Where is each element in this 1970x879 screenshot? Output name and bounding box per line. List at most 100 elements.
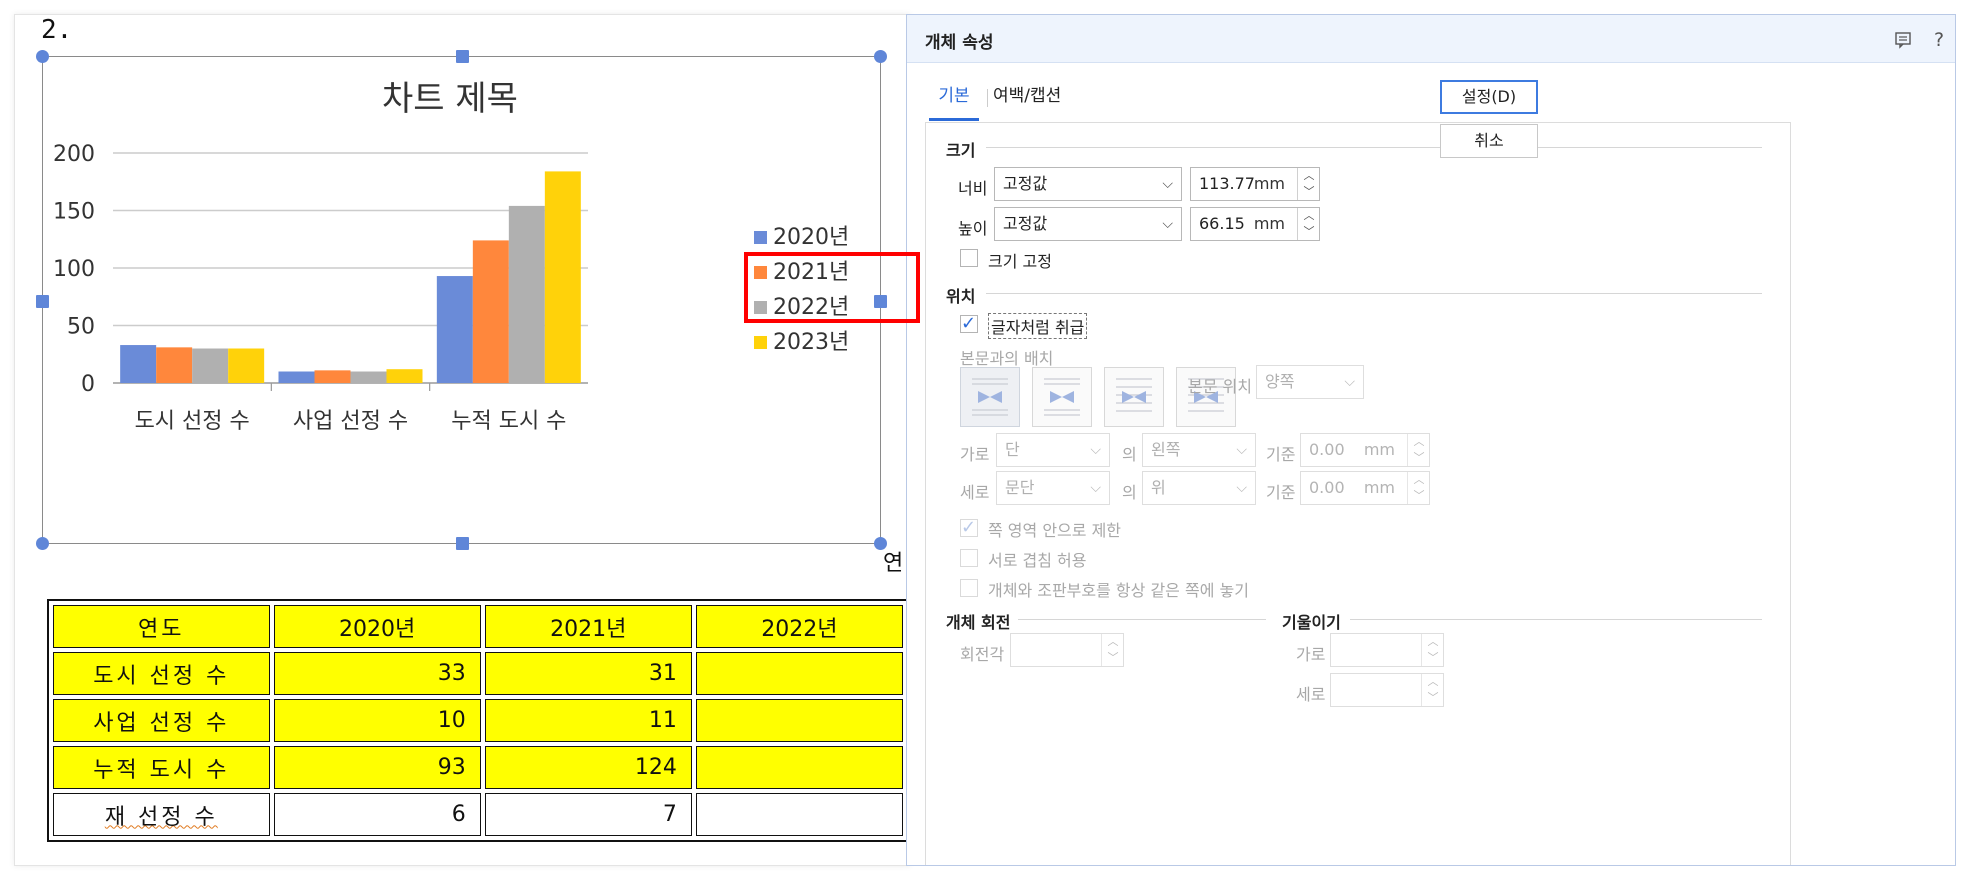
table-cell[interactable]: 124	[484, 746, 692, 789]
chart-title: 차트 제목	[382, 79, 518, 119]
chevron-down-icon[interactable]: ﹀	[1408, 450, 1430, 466]
chevron-up-icon[interactable]: ︿	[1298, 168, 1320, 184]
row-label-cell[interactable]: 재 선정 수	[53, 793, 270, 836]
bar	[386, 369, 423, 383]
table-cell[interactable]: 33	[273, 652, 481, 695]
chevron-down-icon[interactable]: ﹀	[1102, 650, 1124, 666]
width-mode-select[interactable]: 고정값 ⌵	[994, 167, 1182, 201]
table-cell[interactable]: 10	[273, 699, 481, 742]
width-unit: mm	[1253, 174, 1285, 193]
chevron-down-icon: ⌵	[1162, 176, 1173, 192]
table-cell[interactable]: 6	[273, 793, 481, 836]
rotation-spinner[interactable]: ︿ ﹀	[1101, 634, 1123, 666]
horizontal-align-select[interactable]: 왼쪽 ⌵	[1142, 433, 1256, 467]
table-header-cell[interactable]: 연도	[53, 605, 270, 648]
height-mode-value: 고정값	[1003, 214, 1048, 233]
chevron-up-icon[interactable]: ︿	[1298, 208, 1320, 224]
bar	[156, 347, 193, 383]
of-label: 의	[1122, 483, 1137, 502]
resize-handle-left[interactable]	[36, 295, 49, 308]
horizontal-label: 가로	[960, 445, 990, 464]
text-position-select[interactable]: 양쪽 ⌵	[1256, 365, 1364, 399]
table-row: 도시 선정 수 33 31	[53, 652, 903, 695]
ok-button[interactable]: 설정(D)	[1440, 80, 1538, 114]
table-header-cell[interactable]: 2022년	[695, 605, 903, 648]
table-cell[interactable]: 31	[484, 652, 692, 695]
bar	[120, 345, 157, 383]
resize-handle-bottom-left[interactable]	[36, 537, 49, 550]
height-input[interactable]: 66.15 mm ︿ ﹀	[1190, 207, 1320, 241]
vertical-ref-select[interactable]: 문단 ⌵	[996, 471, 1110, 505]
divider	[986, 293, 1762, 294]
row-label-cell[interactable]: 누적 도시 수	[53, 746, 270, 789]
height-spinner[interactable]: ︿ ﹀	[1297, 208, 1319, 240]
rotation-angle-label: 회전각	[960, 645, 1005, 664]
chevron-down-icon[interactable]: ﹀	[1298, 184, 1320, 200]
chevron-down-icon: ⌵	[1344, 374, 1355, 390]
y-tick-label: 0	[81, 372, 95, 397]
bar	[436, 276, 473, 383]
chevron-up-icon[interactable]: ︿	[1408, 472, 1430, 488]
width-spinner[interactable]: ︿ ﹀	[1297, 168, 1319, 200]
resize-handle-bottom[interactable]	[456, 537, 469, 550]
keep-anchor-checkbox[interactable]	[960, 579, 978, 597]
table-header-cell[interactable]: 2020년	[273, 605, 481, 648]
resize-handle-top-left[interactable]	[36, 50, 49, 63]
skew-horizontal-spinner[interactable]: ︿ ﹀	[1421, 634, 1443, 666]
height-unit: mm	[1253, 214, 1285, 233]
table-cell[interactable]: 93	[273, 746, 481, 789]
dialog-titlebar[interactable]: 개체 속성 ?	[907, 15, 1955, 63]
chevron-up-icon[interactable]: ︿	[1422, 674, 1444, 690]
vertical-offset-input[interactable]: 0.00 mm ︿ ﹀	[1300, 471, 1430, 505]
chevron-up-icon[interactable]: ︿	[1408, 434, 1430, 450]
allow-overlap-label: 서로 겹침 허용	[988, 551, 1087, 570]
width-label: 너비	[958, 179, 988, 198]
vertical-offset-spinner[interactable]: ︿ ﹀	[1407, 472, 1429, 504]
chevron-up-icon[interactable]: ︿	[1102, 634, 1124, 650]
table-cell[interactable]: 11	[484, 699, 692, 742]
chevron-down-icon[interactable]: ﹀	[1422, 650, 1444, 666]
help-icon[interactable]: ?	[1926, 27, 1952, 53]
resize-handle-top[interactable]	[456, 50, 469, 63]
data-table: 연도 2020년 2021년 2022년 도시 선정 수 33 31 사업 선정…	[47, 599, 909, 842]
table-cell[interactable]	[695, 699, 903, 742]
table-cell[interactable]: 7	[484, 793, 692, 836]
table-row: 누적 도시 수 93 124	[53, 746, 903, 789]
lock-size-checkbox[interactable]	[960, 249, 978, 267]
table-cell[interactable]	[695, 746, 903, 789]
resize-handle-top-right[interactable]	[874, 50, 887, 63]
row-label-cell[interactable]: 도시 선정 수	[53, 652, 270, 695]
allow-overlap-checkbox[interactable]	[960, 549, 978, 567]
table-cell[interactable]	[695, 652, 903, 695]
cancel-button[interactable]: 취소	[1440, 124, 1538, 158]
tab-margin-caption[interactable]: 여백/캡션	[993, 81, 1061, 121]
chevron-down-icon: ⌵	[1090, 480, 1101, 496]
bar	[192, 348, 229, 383]
comment-icon[interactable]	[1890, 27, 1916, 53]
legend-label: 2023년	[773, 330, 849, 355]
horizontal-ref-select[interactable]: 단 ⌵	[996, 433, 1110, 467]
row-label-cell[interactable]: 사업 선정 수	[53, 699, 270, 742]
horizontal-offset-input[interactable]: 0.00 mm ︿ ﹀	[1300, 433, 1430, 467]
table-header-cell[interactable]: 2021년	[484, 605, 692, 648]
chevron-down-icon[interactable]: ﹀	[1298, 224, 1320, 240]
chevron-up-icon[interactable]: ︿	[1422, 634, 1444, 650]
divider	[986, 147, 1762, 148]
chevron-down-icon[interactable]: ﹀	[1422, 690, 1444, 706]
chevron-down-icon[interactable]: ﹀	[1408, 488, 1430, 504]
skew-vertical-spinner[interactable]: ︿ ﹀	[1421, 674, 1443, 706]
height-mode-select[interactable]: 고정값 ⌵	[994, 207, 1182, 241]
skew-horizontal-input[interactable]: ︿ ﹀	[1330, 633, 1444, 667]
vertical-ref-value: 문단	[1005, 478, 1035, 497]
tab-basic[interactable]: 기본	[929, 81, 979, 121]
table-header-row: 연도 2020년 2021년 2022년	[53, 605, 903, 648]
width-input[interactable]: 113.77 mm ︿ ﹀	[1190, 167, 1320, 201]
table-cell[interactable]	[695, 793, 903, 836]
spellcheck-text: 재 선정 수	[104, 804, 218, 830]
horizontal-offset-spinner[interactable]: ︿ ﹀	[1407, 434, 1429, 466]
rotation-angle-input[interactable]: ︿ ﹀	[1010, 633, 1124, 667]
vertical-offset-unit: mm	[1363, 478, 1395, 497]
vertical-align-select[interactable]: 위 ⌵	[1142, 471, 1256, 505]
skew-vertical-input[interactable]: ︿ ﹀	[1330, 673, 1444, 707]
bar	[508, 205, 545, 383]
